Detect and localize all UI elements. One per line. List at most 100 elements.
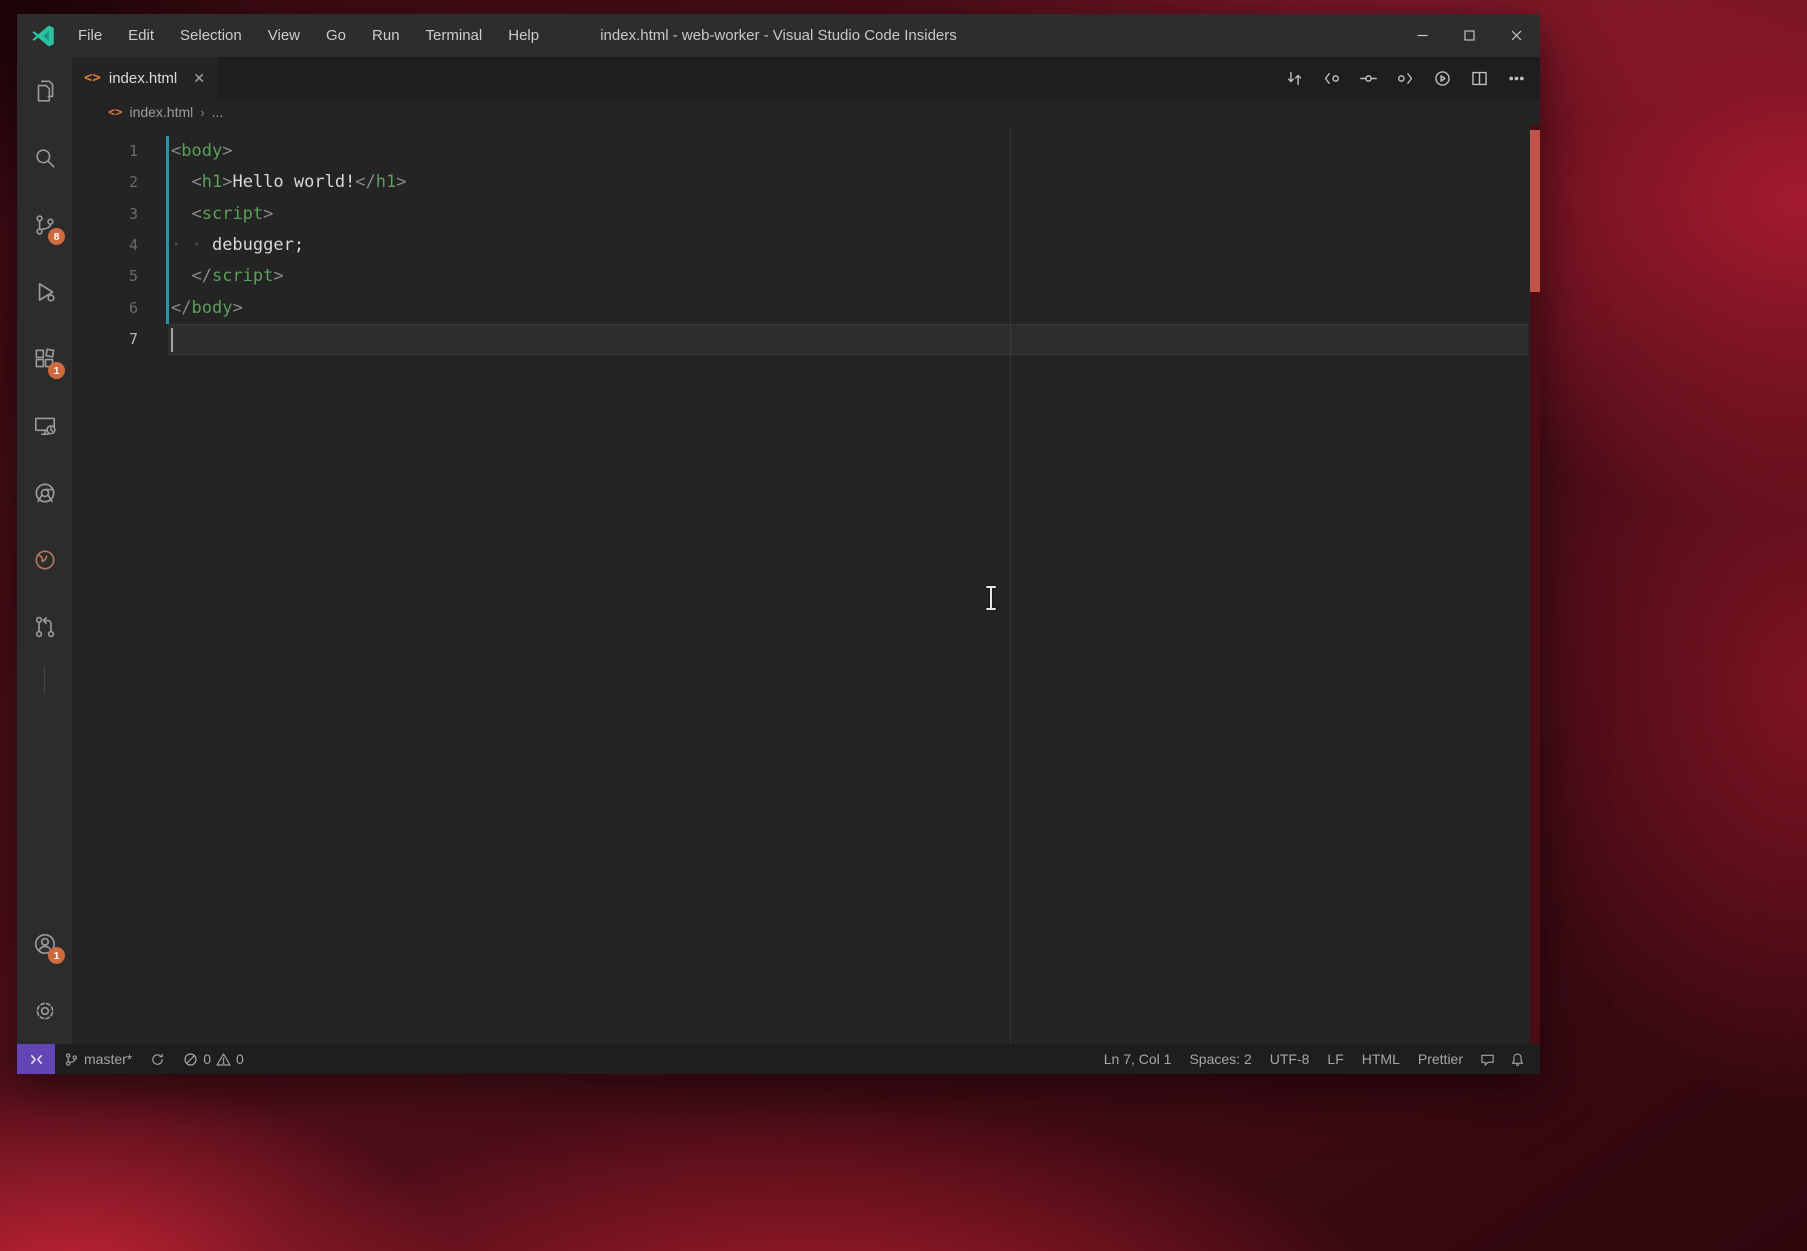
line-number[interactable]: 5 [72, 261, 138, 292]
errors-icon [183, 1052, 198, 1067]
activity-bar-separator [44, 666, 45, 694]
breadcrumb-more[interactable]: ... [212, 104, 224, 120]
code-text: </script> [171, 261, 284, 292]
feedback-icon[interactable] [1472, 1044, 1502, 1074]
status-right-items: Ln 7, Col 1Spaces: 2UTF-8LFHTMLPrettier [1095, 1044, 1472, 1074]
line-number[interactable]: 4 [72, 230, 138, 261]
modified-gutter-indicator[interactable] [166, 293, 169, 324]
tab-index-html[interactable]: <> index.html ✕ [72, 57, 217, 99]
code-line-1[interactable]: 1 <body> [72, 136, 1540, 167]
html-file-icon: <> [108, 105, 122, 119]
status-lf[interactable]: LF [1318, 1044, 1352, 1074]
menu-view[interactable]: View [255, 14, 313, 57]
window-title: index.html - web-worker - Visual Studio … [600, 14, 957, 57]
next-change-icon[interactable] [1391, 64, 1419, 92]
problems-status[interactable]: 0 0 [174, 1044, 253, 1074]
accounts-icon[interactable]: 1 [17, 910, 72, 977]
previous-change-icon[interactable] [1317, 64, 1345, 92]
warnings-count: 0 [236, 1051, 244, 1067]
html-file-icon: <> [84, 70, 101, 86]
code-lines: 1 <body>2 <h1>Hello world!</h1>3 <script>… [72, 136, 1540, 355]
menu-help[interactable]: Help [495, 14, 552, 57]
extensions-icon[interactable]: 1 [17, 325, 72, 392]
status-prettier[interactable]: Prettier [1409, 1044, 1472, 1074]
vscode-window: FileEditSelectionViewGoRunTerminalHelp i… [17, 14, 1540, 1074]
warnings-icon [216, 1052, 231, 1067]
menu-edit[interactable]: Edit [115, 14, 167, 57]
maximize-button[interactable] [1446, 14, 1493, 57]
tab-label: index.html [109, 70, 177, 87]
modified-gutter-indicator[interactable] [166, 261, 169, 292]
code-text: <script> [171, 199, 273, 230]
chrome-debugger-icon[interactable] [17, 459, 72, 526]
chevron-right-icon: › [200, 105, 204, 120]
compare-changes-icon[interactable] [1280, 64, 1308, 92]
code-line-3[interactable]: 3 <script> [72, 199, 1540, 230]
branch-status[interactable]: master* [55, 1044, 141, 1074]
status-utf-8[interactable]: UTF-8 [1261, 1044, 1319, 1074]
github-pull-requests-icon[interactable] [17, 593, 72, 660]
minimize-button[interactable] [1399, 14, 1446, 57]
status-html[interactable]: HTML [1353, 1044, 1409, 1074]
status-ln-7-col-1[interactable]: Ln 7, Col 1 [1095, 1044, 1181, 1074]
mouse-cursor-ibeam [983, 584, 999, 612]
text-caret [171, 328, 173, 352]
code-line-4[interactable]: 4 · · debugger; [72, 230, 1540, 261]
breadcrumb: <> index.html › ... [72, 99, 1540, 125]
remote-explorer-icon[interactable] [17, 392, 72, 459]
menu-selection[interactable]: Selection [167, 14, 255, 57]
current-change-icon[interactable] [1354, 64, 1382, 92]
editor-group: <> index.html ✕ [72, 57, 1540, 1044]
remote-indicator-icon[interactable] [17, 1044, 55, 1074]
sync-status[interactable] [141, 1044, 174, 1074]
line-number[interactable]: 1 [72, 136, 138, 167]
modified-gutter-indicator[interactable] [166, 136, 169, 167]
source-control-badge: 8 [48, 228, 65, 245]
explorer-icon[interactable] [17, 57, 72, 124]
accounts-badge: 1 [48, 947, 65, 964]
close-button[interactable] [1493, 14, 1540, 57]
modified-gutter-indicator[interactable] [166, 199, 169, 230]
more-actions-icon[interactable] [1502, 64, 1530, 92]
scrollbar-thumb[interactable] [1530, 130, 1540, 292]
tab-close-icon[interactable]: ✕ [193, 70, 205, 87]
modified-gutter-indicator[interactable] [166, 230, 169, 261]
code-line-2[interactable]: 2 <h1>Hello world!</h1> [72, 167, 1540, 198]
run-preview-icon[interactable] [1428, 64, 1456, 92]
menu-file[interactable]: File [65, 14, 115, 57]
source-control-icon[interactable]: 8 [17, 191, 72, 258]
status-right: Ln 7, Col 1Spaces: 2UTF-8LFHTMLPrettier [1095, 1044, 1540, 1074]
settings-gear-icon[interactable] [17, 977, 72, 1044]
status-bar: master* 0 0 Ln 7, Col 1Spaces: 2UTF-8LFH… [17, 1044, 1540, 1074]
status-spaces-2[interactable]: Spaces: 2 [1180, 1044, 1260, 1074]
code-line-6[interactable]: 6</body> [72, 293, 1540, 324]
menu-run[interactable]: Run [359, 14, 413, 57]
branch-name: master* [84, 1051, 132, 1067]
code-text: <body> [171, 136, 232, 167]
modified-gutter-indicator[interactable] [166, 167, 169, 198]
menu-terminal[interactable]: Terminal [413, 14, 496, 57]
menubar: FileEditSelectionViewGoRunTerminalHelp [65, 14, 552, 57]
code-line-7[interactable]: 7 [72, 324, 1540, 355]
line-number[interactable]: 7 [72, 324, 138, 355]
line-number[interactable]: 2 [72, 167, 138, 198]
code-editor[interactable]: 1 <body>2 <h1>Hello world!</h1>3 <script>… [72, 125, 1540, 1044]
line-number[interactable]: 6 [72, 293, 138, 324]
code-line-5[interactable]: 5 </script> [72, 261, 1540, 292]
menu-go[interactable]: Go [313, 14, 359, 57]
firefox-debugger-icon[interactable] [17, 526, 72, 593]
split-editor-icon[interactable] [1465, 64, 1493, 92]
run-debug-icon[interactable] [17, 258, 72, 325]
vscode-insiders-logo-icon [31, 24, 55, 48]
breadcrumb-file[interactable]: index.html [129, 104, 193, 120]
sync-icon [150, 1052, 165, 1067]
code-text: · · debugger; [171, 230, 304, 261]
line-number[interactable]: 3 [72, 199, 138, 230]
notifications-bell-icon[interactable] [1502, 1044, 1532, 1074]
scrollbar[interactable] [1530, 125, 1540, 1044]
window-controls [1399, 14, 1540, 57]
editor-actions [1280, 57, 1530, 99]
git-branch-icon [64, 1052, 79, 1067]
search-icon[interactable] [17, 124, 72, 191]
activity-bar-spacer [17, 700, 72, 910]
